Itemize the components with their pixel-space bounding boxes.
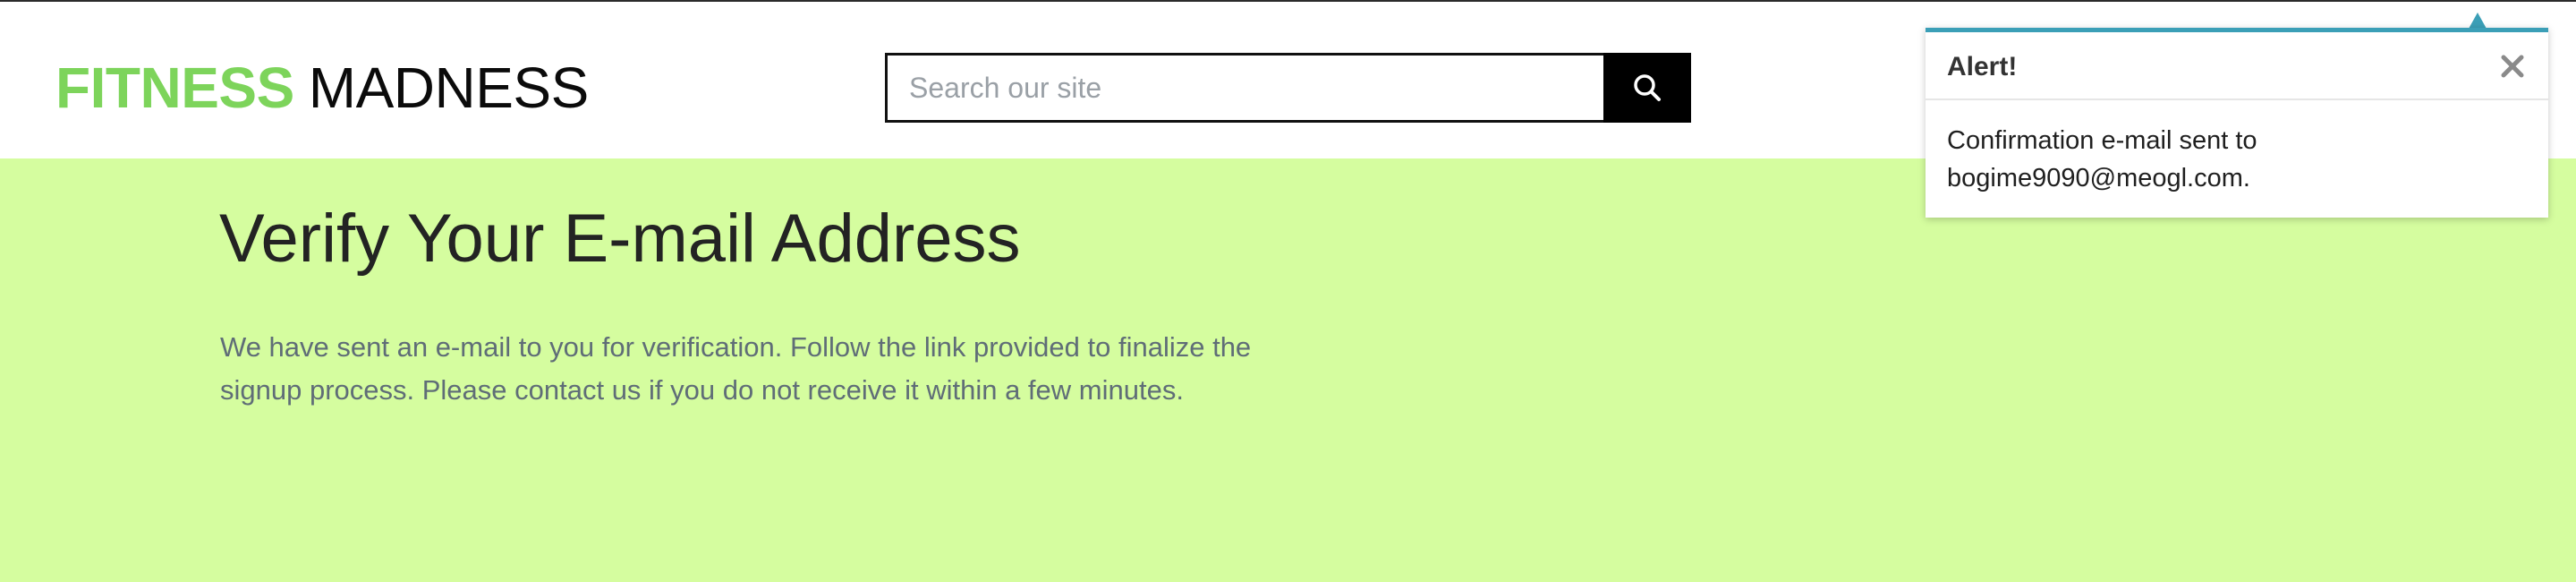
alert-close-button[interactable] <box>2495 48 2530 84</box>
search-input[interactable] <box>885 53 1603 123</box>
close-icon <box>2501 55 2524 78</box>
alert-popup: Alert! Confirmation e-mail sent to bogim… <box>1926 28 2548 218</box>
alert-message: Confirmation e-mail sent to bogime9090@m… <box>1947 126 2257 193</box>
search-icon <box>1634 74 1661 101</box>
verification-message: We have sent an e-mail to you for verifi… <box>220 331 1252 406</box>
logo-accent-text: FITNESS <box>55 56 294 120</box>
search-button[interactable] <box>1603 53 1691 123</box>
page-title: Verify Your E-mail Address <box>219 201 1021 277</box>
search-form <box>885 53 1691 123</box>
site-logo[interactable]: FITNESS MADNESS <box>55 56 589 120</box>
alert-pointer <box>2469 13 2487 29</box>
alert-title: Alert! <box>1947 52 2018 81</box>
logo-main-text: MADNESS <box>308 56 590 120</box>
alert-header: Alert! <box>1926 32 2548 100</box>
main-content: Verify Your E-mail Address We have sent … <box>0 158 2576 582</box>
